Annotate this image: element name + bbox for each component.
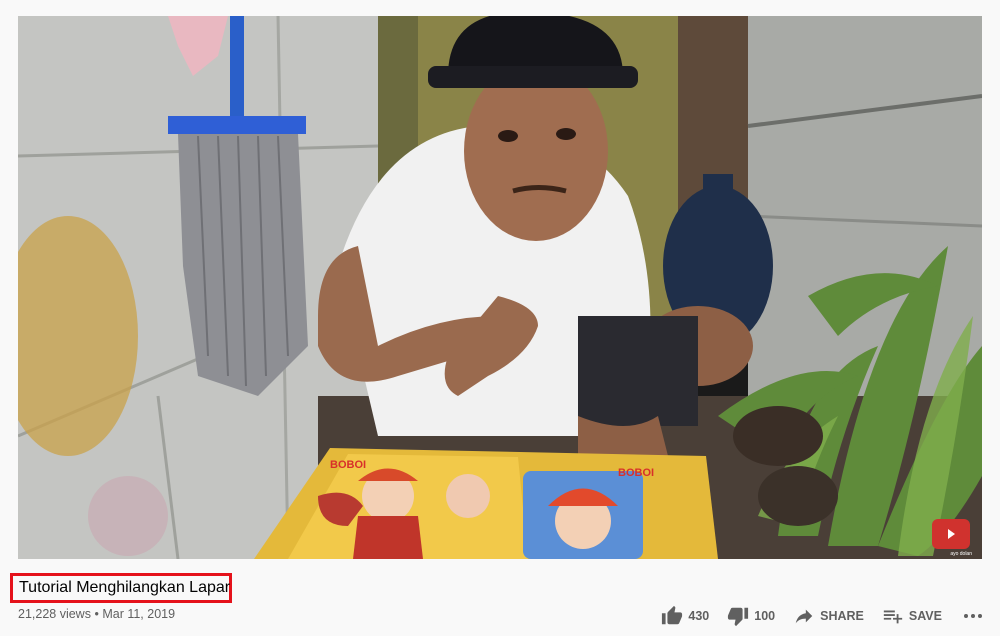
- like-button[interactable]: 430: [661, 605, 709, 627]
- video-player[interactable]: BOBOI BOBOI ayo dolan: [18, 16, 982, 559]
- thumb-up-icon: [662, 605, 683, 625]
- video-title: Tutorial Menghilangkan Lapar: [19, 579, 231, 596]
- save-button[interactable]: SAVE: [882, 605, 942, 627]
- title-highlight-box: Tutorial Menghilangkan Lapar: [10, 573, 232, 603]
- share-arrow-icon: [795, 609, 813, 624]
- upload-date: Mar 11, 2019: [102, 607, 176, 621]
- video-actions: 430 100 SHARE SAVE: [643, 605, 982, 627]
- watermark-label: ayo dolan: [950, 551, 972, 557]
- play-icon: [948, 529, 955, 539]
- like-count: 430: [688, 609, 710, 623]
- more-actions-button[interactable]: [964, 608, 982, 624]
- video-frame: BOBOI BOBOI: [18, 16, 982, 559]
- meta-separator: •: [94, 607, 99, 621]
- thumb-left-logo: BOBOI: [330, 459, 366, 471]
- video-meta: 21,228 views • Mar 11, 2019: [18, 607, 175, 621]
- thumb-down-icon: [728, 607, 749, 627]
- share-label: SHARE: [820, 609, 864, 623]
- dislike-count: 100: [754, 609, 776, 623]
- save-label: SAVE: [908, 609, 942, 623]
- channel-watermark[interactable]: [932, 519, 970, 549]
- view-count: 21,228 views: [18, 607, 91, 621]
- more-horizontal-icon: [964, 614, 968, 618]
- share-button[interactable]: SHARE: [793, 605, 864, 627]
- thumb-right-logo: BOBOI: [618, 467, 654, 479]
- dislike-button[interactable]: 100: [727, 605, 775, 627]
- playlist-add-icon: [883, 610, 903, 624]
